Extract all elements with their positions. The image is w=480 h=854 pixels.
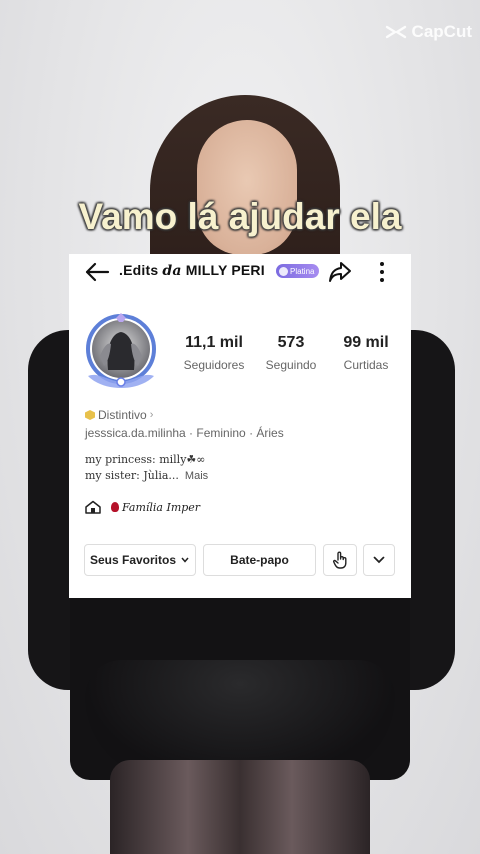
profile-topbar: .Edits da MILLY PERI Platina: [69, 254, 411, 292]
share-icon[interactable]: [327, 259, 353, 285]
profile-bio[interactable]: my princess: milly☘∞ my sister: Jùlia...…: [85, 452, 208, 484]
chevron-down-icon: [181, 557, 189, 563]
arrow-left-icon[interactable]: [84, 261, 110, 283]
distintivo-icon: [85, 410, 95, 420]
family-row[interactable]: Família Imper: [85, 500, 200, 514]
distintivo-link[interactable]: Distintivo ›: [85, 408, 153, 422]
title-prefix: .Edits: [119, 262, 163, 278]
bio-line-2: my sister: Jùlia...: [85, 469, 179, 482]
more-vertical-icon[interactable]: [372, 260, 392, 286]
stat-value: 99 mil: [343, 334, 389, 351]
title-suffix: MILLY PERI: [181, 262, 265, 278]
family-label: Família Imper: [122, 500, 201, 514]
capcut-logo-icon: [385, 25, 406, 39]
chat-button[interactable]: Bate-papo: [203, 544, 316, 576]
distintivo-label: Distintivo: [98, 408, 147, 422]
stat-seguidores[interactable]: 11,1 mil Seguidores: [173, 334, 255, 372]
platina-label: Platina: [290, 266, 315, 276]
title-italic: da: [162, 263, 182, 279]
rose-icon: [111, 502, 119, 512]
stat-label: Seguindo: [265, 358, 317, 372]
bio-more-link[interactable]: Mais: [185, 470, 208, 482]
avatar[interactable]: [80, 310, 162, 392]
profile-title: .Edits da MILLY PERI: [119, 262, 265, 279]
chevron-right-icon: ›: [149, 409, 154, 421]
legs: [110, 760, 370, 854]
platina-icon: [279, 266, 288, 276]
chevron-down-icon: [373, 556, 385, 564]
bio-line-1: my princess: milly☘∞: [85, 453, 206, 466]
favorites-button[interactable]: Seus Favoritos: [84, 544, 196, 576]
expand-button[interactable]: [363, 544, 395, 576]
profile-card: .Edits da MILLY PERI Platina 11,1 mil Se…: [69, 254, 411, 598]
stat-label: Curtidas: [343, 358, 389, 372]
platina-badge[interactable]: Platina: [276, 264, 320, 278]
family-tag: Família Imper: [111, 501, 200, 514]
favorites-label: Seus Favoritos: [89, 553, 177, 567]
capcut-label: CapCut: [411, 22, 472, 41]
stat-value: 11,1 mil: [185, 334, 243, 351]
stat-value: 573: [277, 334, 305, 351]
chat-label: Bate-papo: [230, 553, 289, 567]
profile-handle-line: jesssica.da.milinha · Feminino · Áries: [85, 426, 284, 440]
hand-pointer-icon: [332, 551, 347, 569]
video-caption: Vamo lá ajudar ela: [78, 196, 402, 237]
profile-stats: 11,1 mil Seguidores 573 Seguindo 99 mil …: [173, 334, 405, 372]
capcut-watermark: CapCut: [385, 22, 472, 42]
stat-seguindo[interactable]: 573 Seguindo: [255, 334, 327, 372]
stat-curtidas[interactable]: 99 mil Curtidas: [327, 334, 405, 372]
stat-label: Seguidores: [183, 358, 245, 372]
poke-button[interactable]: [323, 544, 357, 576]
house-icon: [85, 500, 101, 514]
